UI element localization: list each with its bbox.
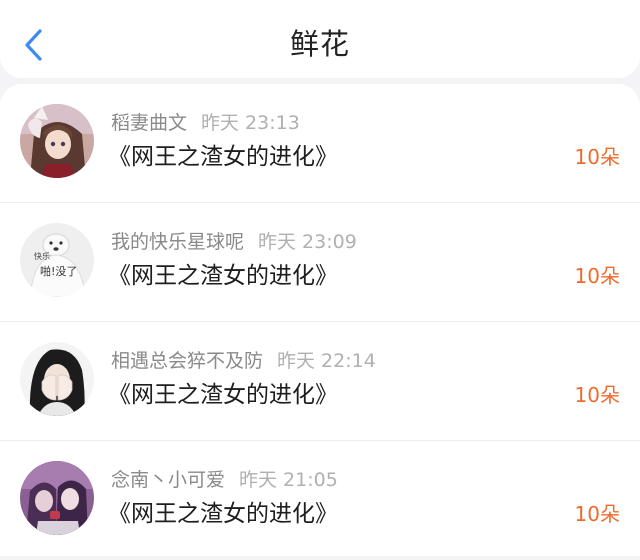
flower-gift-list: 稻妻曲文 昨天 23:13 《网王之渣女的进化》 10朵 快乐 啪!没了 我的快乐… <box>0 84 640 556</box>
svg-text:啪!没了: 啪!没了 <box>40 264 77 278</box>
flower-count: 10朵 <box>574 264 620 288</box>
list-item[interactable]: 相遇总会猝不及防 昨天 22:14 《网王之渣女的进化》 10朵 <box>0 322 640 441</box>
user-avatar[interactable]: 快乐 啪!没了 <box>20 223 94 297</box>
flower-count: 10朵 <box>574 383 620 407</box>
row-meta: 念南丶小可爱 昨天 21:05 <box>111 466 338 494</box>
flower-count: 10朵 <box>574 145 620 169</box>
book-title[interactable]: 《网王之渣女的进化》 <box>108 140 338 174</box>
list-item[interactable]: 稻妻曲文 昨天 23:13 《网王之渣女的进化》 10朵 <box>0 84 640 203</box>
row-meta: 我的快乐星球呢 昨天 23:09 <box>111 228 357 256</box>
username[interactable]: 稻妻曲文 <box>111 112 187 134</box>
timestamp: 昨天 23:13 <box>201 112 300 134</box>
book-title[interactable]: 《网王之渣女的进化》 <box>108 497 338 531</box>
timestamp: 昨天 23:09 <box>258 231 357 253</box>
username[interactable]: 相遇总会猝不及防 <box>111 350 263 372</box>
book-title[interactable]: 《网王之渣女的进化》 <box>108 259 338 293</box>
timestamp: 昨天 22:14 <box>277 350 376 372</box>
user-avatar[interactable] <box>20 342 94 416</box>
row-meta: 相遇总会猝不及防 昨天 22:14 <box>111 347 376 375</box>
dog-meme-avatar: 快乐 啪!没了 <box>20 223 94 297</box>
anime-girl-avatar <box>20 104 94 178</box>
girl-covering-face-avatar <box>20 342 94 416</box>
row-meta: 稻妻曲文 昨天 23:13 <box>111 109 300 137</box>
page-title: 鲜花 <box>289 27 350 61</box>
anime-pair-avatar <box>20 461 94 535</box>
nav-bar: 鲜花 <box>0 0 640 78</box>
timestamp: 昨天 21:05 <box>239 469 338 491</box>
user-avatar[interactable] <box>20 104 94 178</box>
username[interactable]: 我的快乐星球呢 <box>111 231 244 253</box>
user-avatar[interactable] <box>20 461 94 535</box>
flower-count: 10朵 <box>574 502 620 526</box>
book-title[interactable]: 《网王之渣女的进化》 <box>108 378 338 412</box>
svg-text:快乐: 快乐 <box>34 251 50 261</box>
username[interactable]: 念南丶小可爱 <box>111 469 225 491</box>
list-item[interactable]: 念南丶小可爱 昨天 21:05 《网王之渣女的进化》 10朵 <box>0 441 640 560</box>
list-item[interactable]: 快乐 啪!没了 我的快乐星球呢 昨天 23:09 《网王之渣女的进化》 10朵 <box>0 203 640 322</box>
